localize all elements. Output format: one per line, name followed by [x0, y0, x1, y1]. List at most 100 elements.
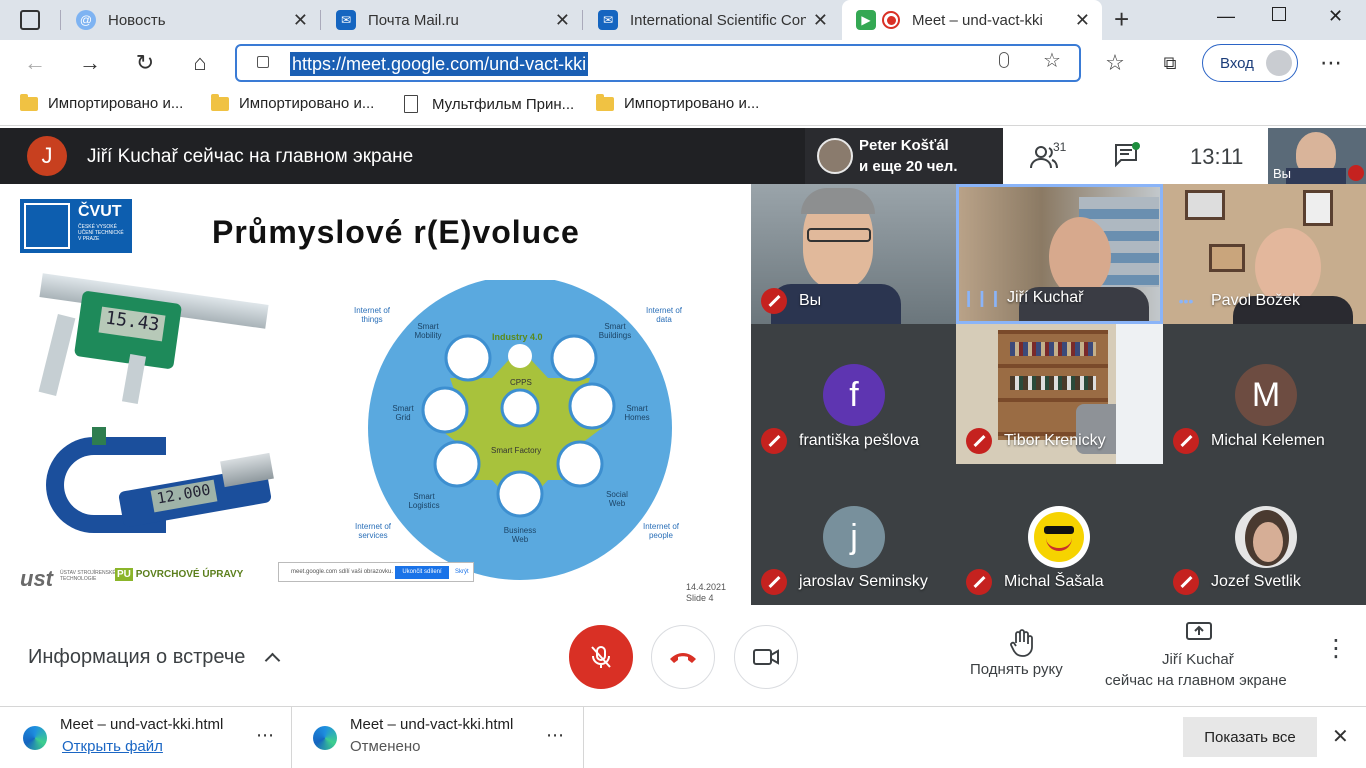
meet-top-bar: J Jiří Kuchař сейчас на главном экране P…	[0, 128, 1366, 184]
mail-favicon-icon: ✉	[336, 10, 356, 30]
mic-off-icon	[1173, 428, 1199, 454]
diagram-label: Smart Buildings	[598, 322, 632, 340]
profile-avatar-icon	[1266, 50, 1292, 76]
microphone-icon[interactable]	[999, 52, 1009, 68]
chat-button[interactable]	[1113, 142, 1143, 172]
back-icon[interactable]: ←	[20, 48, 50, 78]
forward-icon[interactable]: →	[75, 48, 105, 78]
camera-toggle-button[interactable]	[734, 625, 798, 689]
participant-tile[interactable]: Tibor Krenicky	[956, 324, 1163, 464]
favorites-icon[interactable]: ☆	[1100, 48, 1130, 78]
tab-actions-icon[interactable]	[20, 10, 40, 30]
tab-meet[interactable]: ▶ Meet – und-vact-kki ✕	[842, 0, 1102, 40]
login-button[interactable]: Вход	[1202, 44, 1298, 82]
ust-logo-text: ust	[20, 566, 53, 591]
participant-tile[interactable]: ••• Pavol Božek	[1163, 184, 1366, 324]
meeting-info-button[interactable]: Информация о встрече	[28, 646, 281, 669]
tab-novost[interactable]: @ Новость ✕	[62, 0, 320, 40]
download-options-icon[interactable]: ⋯	[546, 725, 564, 746]
login-label: Вход	[1220, 54, 1254, 72]
bookmark-label: Импортировано и...	[239, 95, 375, 112]
close-tab-icon[interactable]: ✕	[293, 10, 308, 31]
folder-icon	[20, 93, 38, 111]
mic-off-icon	[1173, 569, 1199, 595]
more-options-icon[interactable]: ⋮	[1324, 637, 1348, 661]
address-bar[interactable]: https://meet.google.com/und-vact-kki ☆	[235, 44, 1081, 82]
diagram-corner: Internet of people	[642, 522, 680, 540]
hide-share-bar-button[interactable]: Skrýt	[455, 569, 469, 575]
maximize-icon[interactable]	[1272, 7, 1286, 21]
close-window-icon[interactable]: ✕	[1328, 6, 1343, 27]
participant-tile[interactable]: f františka pešlova	[751, 324, 956, 464]
close-shelf-icon[interactable]: ✕	[1332, 724, 1349, 749]
microphone-toggle-button[interactable]	[569, 625, 633, 689]
add-favorite-icon[interactable]: ☆	[1043, 48, 1061, 73]
video-camera-icon	[753, 649, 779, 665]
diagram-smart-factory: Smart Factory	[491, 446, 542, 455]
bookmark-label: Мультфильм Прин...	[432, 95, 575, 113]
meeting-clock: 13:11	[1190, 144, 1244, 169]
person-hair	[801, 188, 875, 214]
show-all-downloads-button[interactable]: Показать все	[1183, 717, 1317, 757]
meet-top-controls: 31 13:11	[1003, 128, 1268, 184]
tab-title: Meet – und-vact-kki	[912, 11, 1043, 29]
slide-title: Průmyslové r(E)voluce	[212, 214, 580, 250]
browser-tab-strip: @ Новость ✕ ✉ Почта Mail.ru ✕ ✉ Internat…	[0, 0, 1366, 40]
digital-caliper-image: 15.43	[38, 273, 272, 405]
speaker-name: Peter Košťál	[859, 137, 949, 154]
bookmark-folder[interactable]: Импортировано и...	[596, 93, 759, 112]
participant-name: Jiří Kuchař	[1007, 289, 1084, 306]
stop-sharing-button[interactable]: Ukončit sdílení	[395, 566, 449, 579]
participant-tile[interactable]: Jozef Svetlik	[1163, 464, 1366, 605]
collections-icon[interactable]: ⧉	[1155, 48, 1185, 78]
present-label-line1: Jiří Kuchař	[1162, 651, 1234, 668]
raise-hand-button[interactable]	[970, 625, 1074, 695]
bookmark-folder[interactable]: Импортировано и...	[211, 93, 375, 112]
tab-conference[interactable]: ✉ International Scientific Con ✕	[584, 0, 840, 40]
mic-off-icon	[591, 646, 611, 668]
close-tab-icon[interactable]: ✕	[1075, 10, 1090, 31]
participant-name: Вы	[799, 292, 822, 309]
participant-tile[interactable]: Michal Šašala	[956, 464, 1163, 605]
active-speaker[interactable]: Peter Košťál и еще 20 чел.	[805, 128, 1003, 184]
participant-tile[interactable]: j jaroslav Seminsky	[751, 464, 956, 605]
participant-name: františka pešlova	[799, 432, 920, 449]
open-file-link[interactable]: Открыть файл	[62, 738, 163, 755]
diagram-label: Business Web	[503, 526, 537, 544]
tab-mail[interactable]: ✉ Почта Mail.ru ✕	[322, 0, 582, 40]
browser-toolbar: ← → ↻ ⌂ https://meet.google.com/und-vact…	[0, 40, 1366, 86]
meeting-info-label: Информация о встрече	[28, 646, 246, 668]
folder-icon	[211, 93, 229, 111]
close-tab-icon[interactable]: ✕	[813, 10, 828, 31]
participant-tile[interactable]: Вы	[751, 184, 956, 324]
folder-icon	[596, 93, 614, 111]
lock-icon[interactable]	[257, 56, 269, 68]
diagram-corner: Internet of data	[645, 306, 683, 324]
bookmark-page[interactable]: Мультфильм Прин...	[404, 95, 574, 113]
pu-logo-subtext: POVRCHOVÉ ÚPRAVY	[135, 569, 244, 580]
settings-menu-icon[interactable]: ⋯	[1316, 48, 1346, 78]
download-item[interactable]: Meet – und-vact-kki.html Отменено ⋯	[292, 707, 584, 768]
presenter-banner: Jiří Kuchař сейчас на главном экране	[87, 146, 414, 167]
bookmark-folder[interactable]: Импортировано и...	[20, 93, 183, 112]
person-suit	[771, 284, 901, 324]
speaker-avatar	[817, 138, 853, 174]
reload-icon[interactable]: ↻	[130, 48, 160, 78]
minimize-icon[interactable]: —	[1217, 6, 1235, 27]
participant-tile[interactable]: M Michal Kelemen	[1163, 324, 1366, 464]
tab-title: Почта Mail.ru	[368, 11, 459, 29]
wall-frame	[1209, 244, 1245, 272]
meet-control-bar: Информация о встрече Поднять руку Jiří K…	[0, 605, 1366, 706]
download-item[interactable]: Meet – und-vact-kki.html Открыть файл ⋯	[0, 707, 292, 768]
participants-button[interactable]: 31	[1029, 140, 1083, 172]
presenter-avatar: J	[27, 136, 67, 176]
url-text[interactable]: https://meet.google.com/und-vact-kki	[290, 52, 589, 76]
leave-call-button[interactable]	[651, 625, 715, 689]
close-tab-icon[interactable]: ✕	[555, 10, 570, 31]
mic-off-icon	[966, 569, 992, 595]
participant-tile[interactable]: ❙❙❙ Jiří Kuchař	[956, 184, 1163, 324]
home-icon[interactable]: ⌂	[185, 48, 215, 78]
download-options-icon[interactable]: ⋯	[256, 725, 274, 746]
self-view-thumbnail[interactable]: Вы	[1268, 128, 1366, 184]
new-tab-button[interactable]: +	[1114, 4, 1129, 35]
